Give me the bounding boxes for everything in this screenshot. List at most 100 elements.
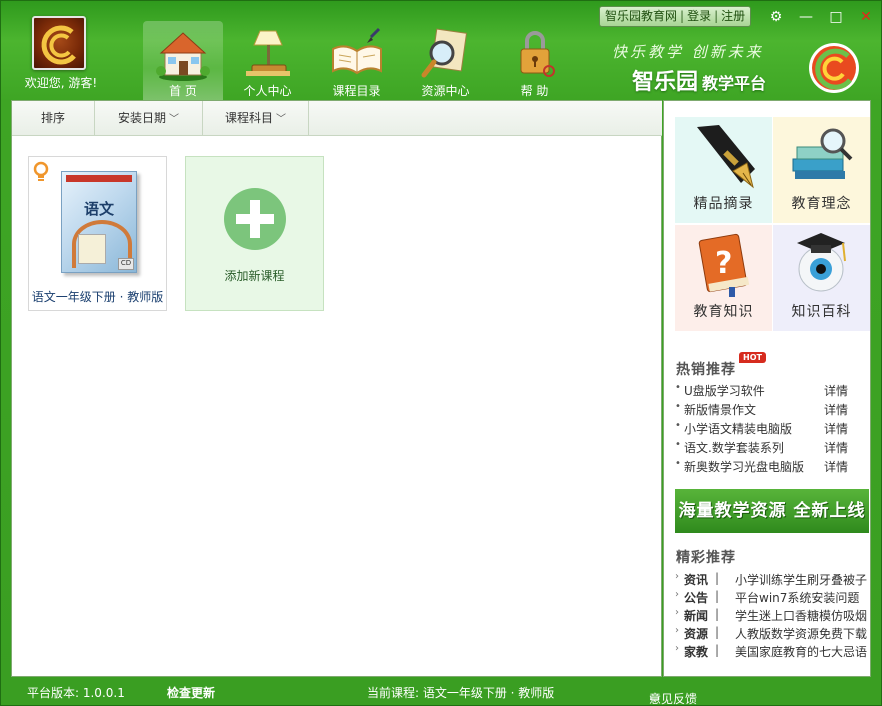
hot-item-link[interactable]: 新版情景作文 [684, 401, 756, 418]
list-item: 小学语文精装电脑版 详情 [675, 420, 861, 439]
hot-title: 热销推荐 [676, 362, 736, 378]
nav-resource-center[interactable]: 资源中心 [401, 21, 490, 100]
maximize-button[interactable]: □ [826, 7, 846, 27]
slogan: 快乐教学 创新未来 [612, 43, 764, 61]
site-link[interactable]: 智乐园教育网 [605, 9, 677, 23]
register-link[interactable]: 注册 [721, 9, 745, 23]
hot-item-link[interactable]: 语文.数学套装系列 [684, 439, 784, 456]
featured-link[interactable]: 小学训练学生刷牙叠被子 [735, 571, 867, 588]
tile-education-philosophy[interactable]: 教育理念 [773, 117, 870, 223]
avatar-logo-icon [41, 25, 76, 65]
hot-badge: HOT [739, 352, 766, 363]
featured-category: 资讯 [684, 573, 709, 587]
chevron-right-icon: › [675, 607, 679, 618]
nav-course-catalog-label: 课程目录 [332, 84, 381, 98]
close-icon: ✕ [860, 9, 872, 25]
chevron-right-icon: › [675, 643, 679, 654]
side-panel: 精品摘录 教育理念 ? 教育知识 知识百科 热销推荐 HOT • U盘版学习软件… [663, 100, 871, 677]
tile-education-knowledge-label: 教育知识 [693, 304, 754, 320]
tile-excerpts[interactable]: 精品摘录 [675, 117, 772, 223]
avatar[interactable] [32, 16, 86, 70]
open-book-icon [331, 27, 382, 75]
list-item[interactable]: › 公告 | 平台win7系统安装问题 [675, 589, 871, 607]
promo-banner[interactable]: 海量教学资源 全新上线 [675, 489, 869, 533]
nav-personal-center-label: 个人中心 [243, 84, 292, 98]
current-course-text: 当前课程: 语文一年级下册 · 教师版 [367, 686, 555, 700]
subject-filter[interactable]: 课程科目 ﹀ [203, 101, 309, 135]
nav-home-label: 首 页 [169, 84, 197, 98]
cd-icon: CD [118, 258, 134, 270]
nav-personal-center[interactable]: 个人中心 [223, 21, 312, 100]
maximize-icon: □ [829, 9, 843, 25]
course-name: 语文一年级下册 · 教师版 [31, 290, 164, 304]
lightbulb-icon [33, 161, 49, 181]
hot-item-link[interactable]: 新奥数学习光盘电脑版 [684, 458, 804, 475]
details-link[interactable]: 详情 [824, 439, 848, 456]
list-item: 新版情景作文 详情 [675, 401, 861, 420]
course-cover: 语文 CD [61, 171, 137, 273]
list-item[interactable]: › 家教 | 美国家庭教育的七大忌语 [675, 643, 871, 661]
nav-help[interactable]: 帮 助 [490, 21, 579, 100]
featured-link[interactable]: 学生迷上口香糖模仿吸烟 [735, 607, 867, 624]
login-link[interactable]: 登录 [687, 9, 711, 23]
course-panel: 排序 安装日期 ﹀ 课程科目 ﹀ 语文 CD 语文一年级下册 · 教师版 添加新课程 [11, 100, 662, 677]
svg-text:?: ? [715, 246, 732, 281]
subject-label: 课程科目 [224, 111, 273, 125]
chevron-down-icon: ﹀ [169, 114, 179, 125]
question-book-icon: ? [698, 233, 749, 297]
list-item[interactable]: › 资源 | 人教版数学资源免费下载 [675, 625, 871, 643]
add-course-card[interactable]: 添加新课程 [185, 156, 324, 311]
brand-subtitle: 教学平台 [702, 74, 767, 93]
featured-category: 公告 [684, 591, 709, 605]
tile-excerpts-label: 精品摘录 [693, 196, 754, 212]
sort-button[interactable]: 排序 [12, 101, 95, 135]
featured-link[interactable]: 人教版数学资源免费下载 [735, 625, 867, 642]
nav-help-label: 帮 助 [520, 84, 549, 98]
welcome-text: 欢迎您, 游客! [24, 76, 98, 90]
featured-title: 精彩推荐 [676, 550, 736, 566]
featured-category: 资源 [684, 627, 709, 641]
tile-education-knowledge[interactable]: ? 教育知识 [675, 225, 772, 331]
chevron-right-icon: › [675, 625, 679, 636]
lamp-icon [245, 30, 290, 76]
install-date-label: 安装日期 [117, 111, 166, 125]
magnifier-icon [421, 28, 467, 78]
header: 欢迎您, 游客! 首 页 个人中心 课程目录 资源中心 帮 助 快乐教学 创新未… [1, 1, 881, 100]
app-window: 欢迎您, 游客! 首 页 个人中心 课程目录 资源中心 帮 助 快乐教学 创新未… [0, 0, 882, 706]
details-link[interactable]: 详情 [824, 382, 848, 399]
house-icon [156, 32, 210, 81]
featured-category: 家教 [684, 645, 709, 659]
plus-icon [224, 188, 286, 250]
nav-resource-center-label: 资源中心 [421, 84, 470, 98]
close-button[interactable]: ✕ [856, 7, 876, 27]
featured-link[interactable]: 平台win7系统安装问题 [735, 589, 859, 606]
featured-link[interactable]: 美国家庭教育的七大忌语 [735, 643, 867, 660]
featured-category: 新闻 [684, 609, 709, 623]
tile-education-philosophy-label: 教育理念 [791, 196, 852, 212]
top-links: 智乐园教育网 | 登录 | 注册 [599, 6, 752, 27]
chevron-down-icon: ﹀ [276, 114, 286, 125]
install-date-filter[interactable]: 安装日期 ﹀ [95, 101, 203, 135]
featured-list: › 资讯 | 小学训练学生刷牙叠被子 › 公告 | 平台win7系统安装问题 › 新闻 | 学生迷… [675, 571, 871, 661]
details-link[interactable]: 详情 [824, 401, 848, 418]
minimize-button[interactable]: — [796, 7, 816, 27]
sort-label: 排序 [40, 111, 65, 125]
settings-button[interactable]: ⚙ [766, 7, 786, 27]
hot-item-link[interactable]: U盘版学习软件 [684, 382, 765, 399]
chevron-right-icon: › [675, 571, 679, 582]
list-item[interactable]: › 资讯 | 小学训练学生刷牙叠被子 [675, 571, 871, 589]
status-bar: 平台版本: 1.0.0.1 检查更新 当前课程: 语文一年级下册 · 教师版 ▭… [1, 678, 881, 706]
details-link[interactable]: 详情 [824, 458, 848, 475]
nav-course-catalog[interactable]: 课程目录 [312, 21, 401, 100]
sort-toolbar: 排序 安装日期 ﹀ 课程科目 ﹀ [12, 101, 662, 136]
list-item[interactable]: › 新闻 | 学生迷上口香糖模仿吸烟 [675, 607, 871, 625]
check-update-link[interactable]: 检查更新 [167, 684, 215, 701]
hot-item-link[interactable]: 小学语文精装电脑版 [684, 420, 792, 437]
brand-name: 智乐园 [632, 70, 699, 95]
nav-home[interactable]: 首 页 [143, 21, 223, 100]
course-cover-title: 语文 [83, 200, 114, 218]
fountain-pen-icon [696, 125, 755, 189]
course-card[interactable]: 语文 CD 语文一年级下册 · 教师版 [28, 156, 167, 311]
tile-encyclopedia[interactable]: 知识百科 [773, 225, 870, 331]
details-link[interactable]: 详情 [824, 420, 848, 437]
